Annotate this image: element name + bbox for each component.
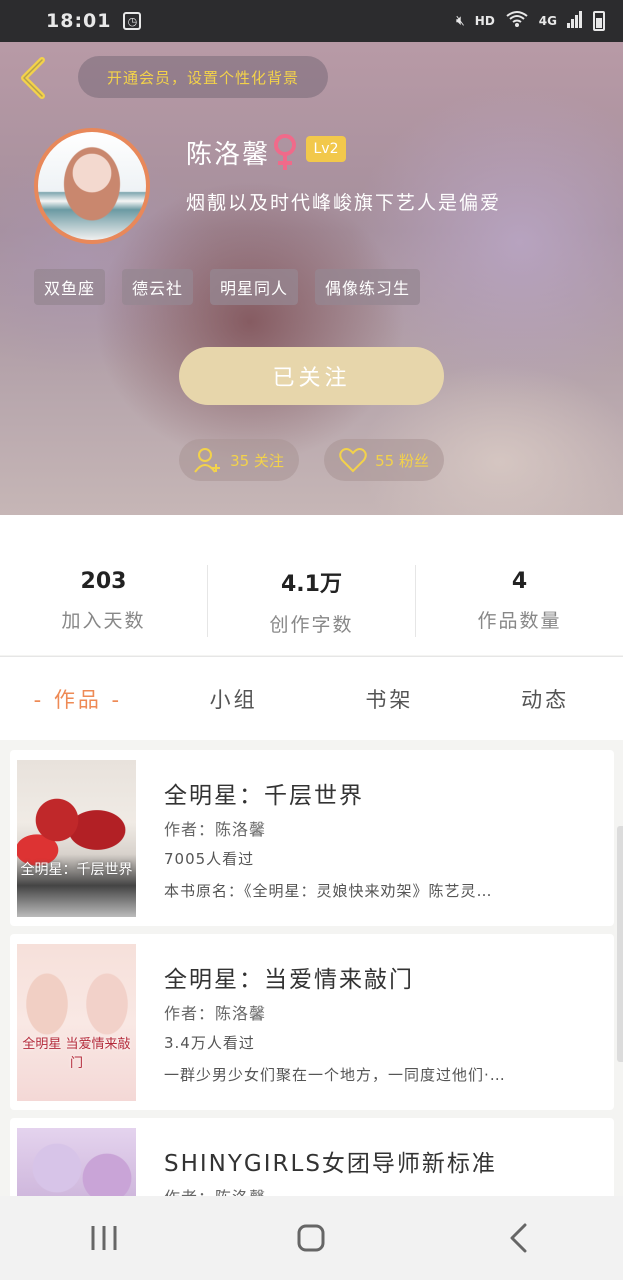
recent-apps-icon xyxy=(91,1226,117,1250)
heart-icon xyxy=(339,448,367,473)
book-views: 7005人看过 xyxy=(164,850,255,868)
stat-days: 203 加入天数 xyxy=(0,565,208,637)
book-card[interactable]: SHINYGIRLS女团导师新标准 作者：陈洛馨 xyxy=(10,1118,614,1196)
status-time: 18:01 xyxy=(46,10,112,32)
back-button[interactable] xyxy=(16,56,50,100)
book-card[interactable]: 全明星：千层世界 全明星：千层世界 作者：陈洛馨 7005人看过 本书原名：《全… xyxy=(10,750,614,926)
book-desc: 一群少男少女们聚在一个地方，一同度过他们·… xyxy=(164,1066,506,1084)
tab-works[interactable]: - 作品 - xyxy=(0,684,156,714)
book-title: SHINYGIRLS女团导师新标准 xyxy=(164,1151,497,1177)
chevron-left-icon xyxy=(21,57,45,99)
status-icons: 🔇︎ HD 4G xyxy=(456,10,605,32)
cover-title: 全明星：千层世界 xyxy=(20,862,133,878)
wifi-icon xyxy=(505,10,529,32)
stat-label: 创作字数 xyxy=(269,613,354,636)
system-nav-bar xyxy=(0,1196,623,1280)
book-list: 全明星：千层世界 全明星：千层世界 作者：陈洛馨 7005人看过 本书原名：《全… xyxy=(0,740,623,1196)
battery-icon xyxy=(593,11,605,31)
stat-label: 作品数量 xyxy=(477,610,562,632)
book-cover xyxy=(17,1128,136,1196)
stat-value: 4.1万 xyxy=(281,571,342,597)
vip-banner[interactable]: 开通会员，设置个性化背景 xyxy=(78,56,328,98)
stat-value: 203 xyxy=(80,569,127,594)
profile-header: 开通会员，设置个性化背景 陈洛馨 Lv2 烟靓以及时代峰峻旗下艺人是偏爱 双鱼座… xyxy=(0,42,623,515)
stats-section: 203 加入天数 4.1万 创作字数 4 作品数量 xyxy=(0,515,623,655)
stat-works: 4 作品数量 xyxy=(416,565,623,637)
status-bar: 18:01 ◷ 🔇︎ HD 4G xyxy=(0,0,623,42)
user-name: 陈洛馨 xyxy=(186,140,271,170)
home-icon xyxy=(297,1224,325,1252)
book-author: 作者：陈洛馨 xyxy=(164,1184,266,1196)
follow-button[interactable]: 已关注 xyxy=(179,347,444,405)
cover-title: 全明星 当爱情来敲门 xyxy=(22,1037,131,1071)
stat-label: 加入天数 xyxy=(61,610,146,632)
stat-words: 4.1万 创作字数 xyxy=(208,565,416,637)
hd-indicator: HD xyxy=(474,14,495,28)
tag[interactable]: 德云社 xyxy=(122,269,194,305)
tag[interactable]: 明星同人 xyxy=(210,269,299,305)
tag[interactable]: 偶像练习生 xyxy=(315,269,421,305)
signal-label: 4G xyxy=(538,14,557,28)
scrollbar[interactable] xyxy=(617,826,623,1062)
tab-bar: - 作品 - 小组 书架 动态 xyxy=(0,656,623,740)
user-bio: 烟靓以及时代峰峻旗下艺人是偏爱 xyxy=(186,192,502,214)
avatar[interactable] xyxy=(34,128,150,244)
system-back-button[interactable] xyxy=(489,1208,549,1268)
stat-value: 4 xyxy=(511,569,528,594)
book-views: 3.4万人看过 xyxy=(164,1034,255,1052)
book-card[interactable]: 全明星 当爱情来敲门 全明星：当爱情来敲门 作者：陈洛馨 3.4万人看过 一群少… xyxy=(10,934,614,1110)
tab-groups[interactable]: 小组 xyxy=(156,684,312,714)
following-button[interactable]: 35 关注 xyxy=(179,439,299,481)
stats-row: 203 加入天数 4.1万 创作字数 4 作品数量 xyxy=(0,565,623,637)
book-desc: 本书原名：《全明星：灵娘快来劝架》陈艺灵… xyxy=(164,882,493,900)
recent-apps-button[interactable] xyxy=(74,1208,134,1268)
fans-count: 55 粉丝 xyxy=(375,451,429,470)
book-cover: 全明星：千层世界 xyxy=(17,760,136,917)
book-title: 全明星：千层世界 xyxy=(164,783,364,809)
book-cover: 全明星 当爱情来敲门 xyxy=(17,944,136,1101)
add-user-icon xyxy=(194,448,221,473)
back-icon xyxy=(510,1223,527,1253)
female-icon xyxy=(270,132,300,172)
tab-bookshelf[interactable]: 书架 xyxy=(312,684,468,714)
tag-list: 双鱼座 德云社 明星同人 偶像练习生 xyxy=(34,269,421,305)
book-title: 全明星：当爱情来敲门 xyxy=(164,967,414,993)
mute-icon: 🔇︎ xyxy=(455,13,465,29)
fans-button[interactable]: 55 粉丝 xyxy=(324,439,444,481)
following-count: 35 关注 xyxy=(230,451,284,470)
alarm-icon: ◷ xyxy=(123,12,142,30)
book-author: 作者：陈洛馨 xyxy=(164,1004,267,1023)
signal-icon xyxy=(567,10,583,32)
level-badge: Lv2 xyxy=(306,136,346,162)
tab-activity[interactable]: 动态 xyxy=(467,684,623,714)
home-button[interactable] xyxy=(281,1208,341,1268)
tag[interactable]: 双鱼座 xyxy=(34,269,106,305)
book-author: 作者：陈洛馨 xyxy=(164,820,267,839)
